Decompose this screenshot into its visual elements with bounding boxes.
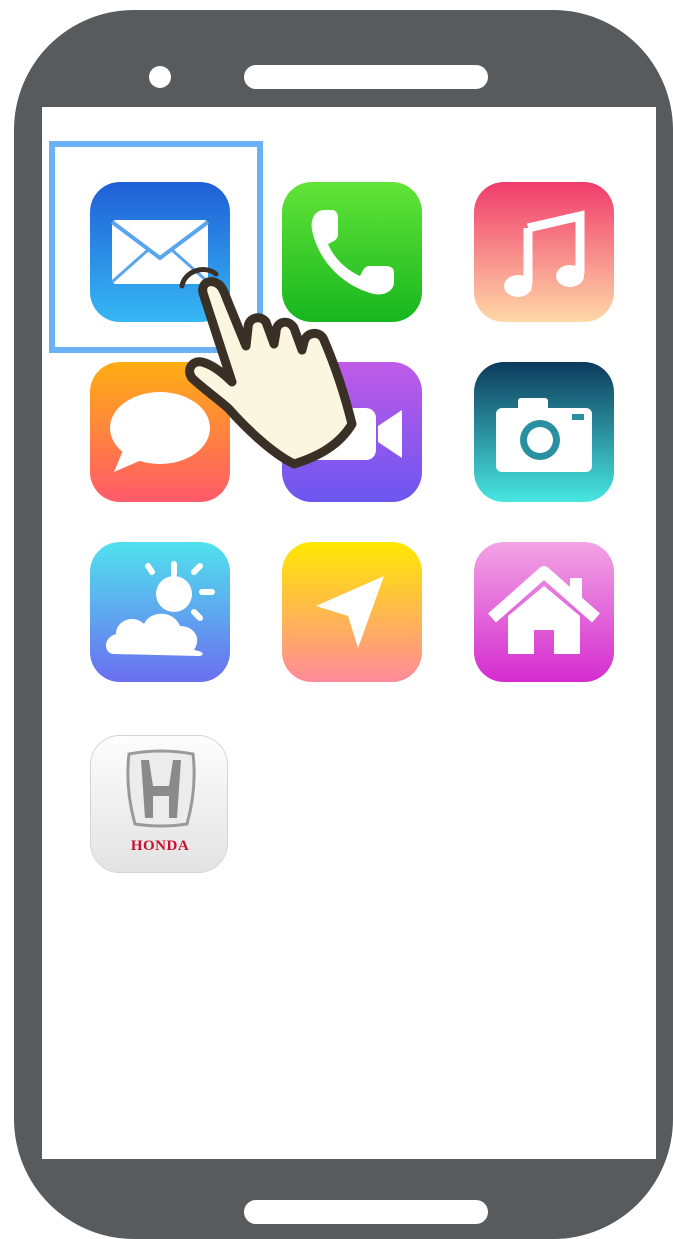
honda-app[interactable]: HONDA [90,735,228,873]
camera-icon [474,362,614,502]
music-note-icon [474,182,614,322]
music-app[interactable] [474,182,614,322]
house-icon [474,542,614,682]
tap-hand-icon [179,267,357,469]
sun-cloud-icon [90,542,230,682]
honda-label: HONDA [130,838,190,854]
speaker-slot [244,65,488,89]
weather-app[interactable] [90,542,230,682]
front-camera [149,66,171,88]
camera-app[interactable] [474,362,614,502]
location-arrow-icon [282,542,422,682]
maps-app[interactable] [282,542,422,682]
home-bar[interactable] [244,1200,488,1224]
home-app[interactable] [474,542,614,682]
